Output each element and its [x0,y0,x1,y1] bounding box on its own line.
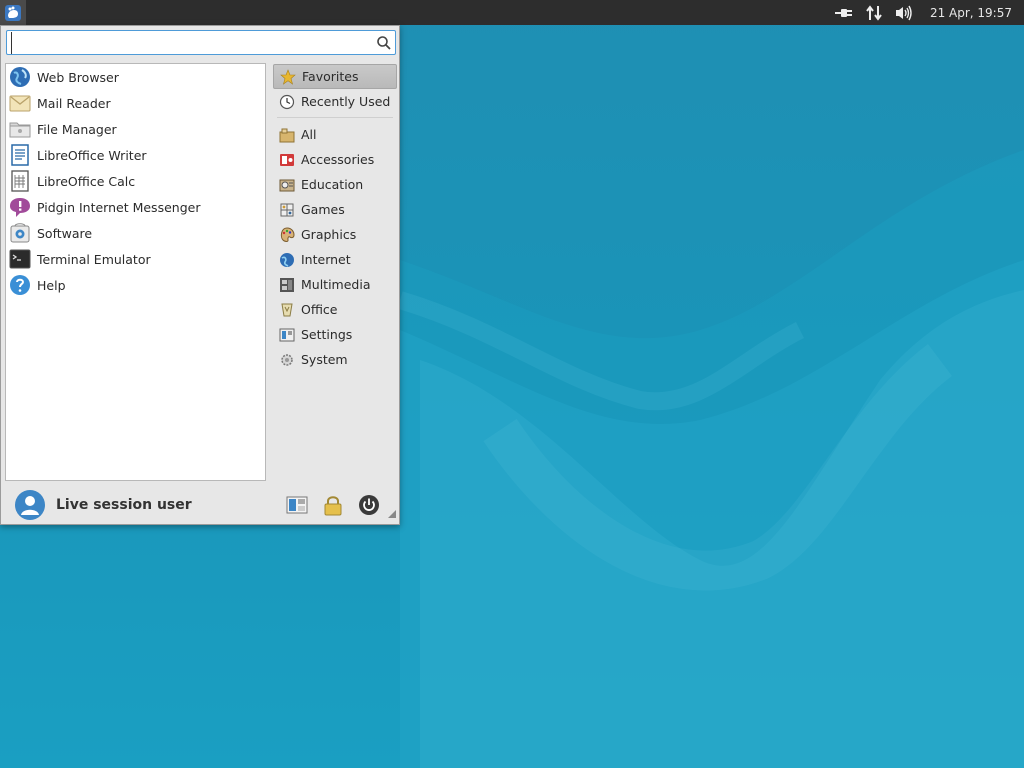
star-icon [279,68,297,86]
writer-icon [9,144,31,166]
category-education[interactable]: Education [273,172,397,197]
games-icon [278,201,296,219]
category-label: Recently Used [301,94,391,109]
mail-icon [9,92,31,114]
category-system[interactable]: System [273,347,397,372]
favorites-list: Web Browser Mail Reader File Manager Lib… [5,63,266,481]
top-panel: 21 Apr, 19:57 [0,0,1024,25]
app-label: Terminal Emulator [37,251,151,267]
category-list: Favorites Recently Used All Accessories [273,64,397,372]
category-label: Accessories [301,152,375,167]
category-label: Education [301,177,364,192]
education-icon [278,176,296,194]
app-label: Pidgin Internet Messenger [37,199,201,215]
help-icon [9,274,31,296]
category-label: All [301,127,317,142]
globe-icon [9,66,31,88]
settings-icon [278,326,296,344]
search-icon [373,32,395,54]
search-input[interactable] [11,31,373,54]
power-icon [359,495,379,515]
resize-grip[interactable] [387,508,397,522]
app-label: Web Browser [37,69,119,85]
category-recently-used[interactable]: Recently Used [273,89,397,114]
category-label: Favorites [302,69,359,84]
search-box[interactable] [6,30,396,55]
accessories-icon [278,151,296,169]
session-actions [285,493,399,517]
app-label: Mail Reader [37,95,111,111]
category-label: Games [301,202,345,217]
application-menu: Web Browser Mail Reader File Manager Lib… [0,25,400,525]
office-icon [278,301,296,319]
terminal-icon [9,248,31,270]
pidgin-icon [9,196,31,218]
category-label: System [301,352,348,367]
software-icon [9,222,31,244]
category-separator [277,117,393,118]
app-libreoffice-writer[interactable]: LibreOffice Writer [6,142,265,168]
menu-footer: Live session user [1,486,399,524]
system-icon [278,351,296,369]
graphics-icon [278,226,296,244]
app-file-manager[interactable]: File Manager [6,116,265,142]
category-accessories[interactable]: Accessories [273,147,397,172]
category-label: Multimedia [301,277,371,292]
app-pidgin[interactable]: Pidgin Internet Messenger [6,194,265,220]
network-icon[interactable] [864,4,884,22]
category-label: Graphics [301,227,357,242]
internet-icon [278,251,296,269]
category-graphics[interactable]: Graphics [273,222,397,247]
app-web-browser[interactable]: Web Browser [6,64,265,90]
category-settings[interactable]: Settings [273,322,397,347]
lock-icon [324,496,342,516]
category-multimedia[interactable]: Multimedia [273,272,397,297]
category-label: Internet [301,252,351,267]
app-label: Help [37,277,66,293]
app-libreoffice-calc[interactable]: LibreOffice Calc [6,168,265,194]
category-internet[interactable]: Internet [273,247,397,272]
settings-manager-button[interactable] [285,493,309,517]
app-terminal-emulator[interactable]: Terminal Emulator [6,246,265,272]
app-mail-reader[interactable]: Mail Reader [6,90,265,116]
app-software[interactable]: Software [6,220,265,246]
app-help[interactable]: Help [6,272,265,298]
category-label: Settings [301,327,353,342]
folder-icon [9,118,31,140]
clock-icon [278,93,296,111]
category-office[interactable]: Office [273,297,397,322]
app-label: LibreOffice Calc [37,173,136,189]
user-avatar-icon [14,489,46,521]
app-label: File Manager [37,121,117,137]
panel-clock[interactable]: 21 Apr, 19:57 [930,6,1012,20]
multimedia-icon [278,276,296,294]
settings-manager-icon [286,496,308,514]
xfce-mouse-icon [5,4,21,21]
category-all[interactable]: All [273,122,397,147]
all-icon [278,126,296,144]
calc-icon [9,170,31,192]
log-out-button[interactable] [357,493,381,517]
applications-menu-button[interactable] [0,0,26,25]
app-label: LibreOffice Writer [37,147,147,163]
volume-icon[interactable] [894,4,914,22]
app-label: Software [37,225,93,241]
resize-grip-icon [388,510,396,518]
lock-screen-button[interactable] [321,493,345,517]
power-plug-icon[interactable] [834,4,854,22]
category-games[interactable]: Games [273,197,397,222]
category-label: Office [301,302,338,317]
username-label: Live session user [56,497,192,513]
system-tray: 21 Apr, 19:57 [834,4,1024,22]
category-favorites[interactable]: Favorites [273,64,397,89]
